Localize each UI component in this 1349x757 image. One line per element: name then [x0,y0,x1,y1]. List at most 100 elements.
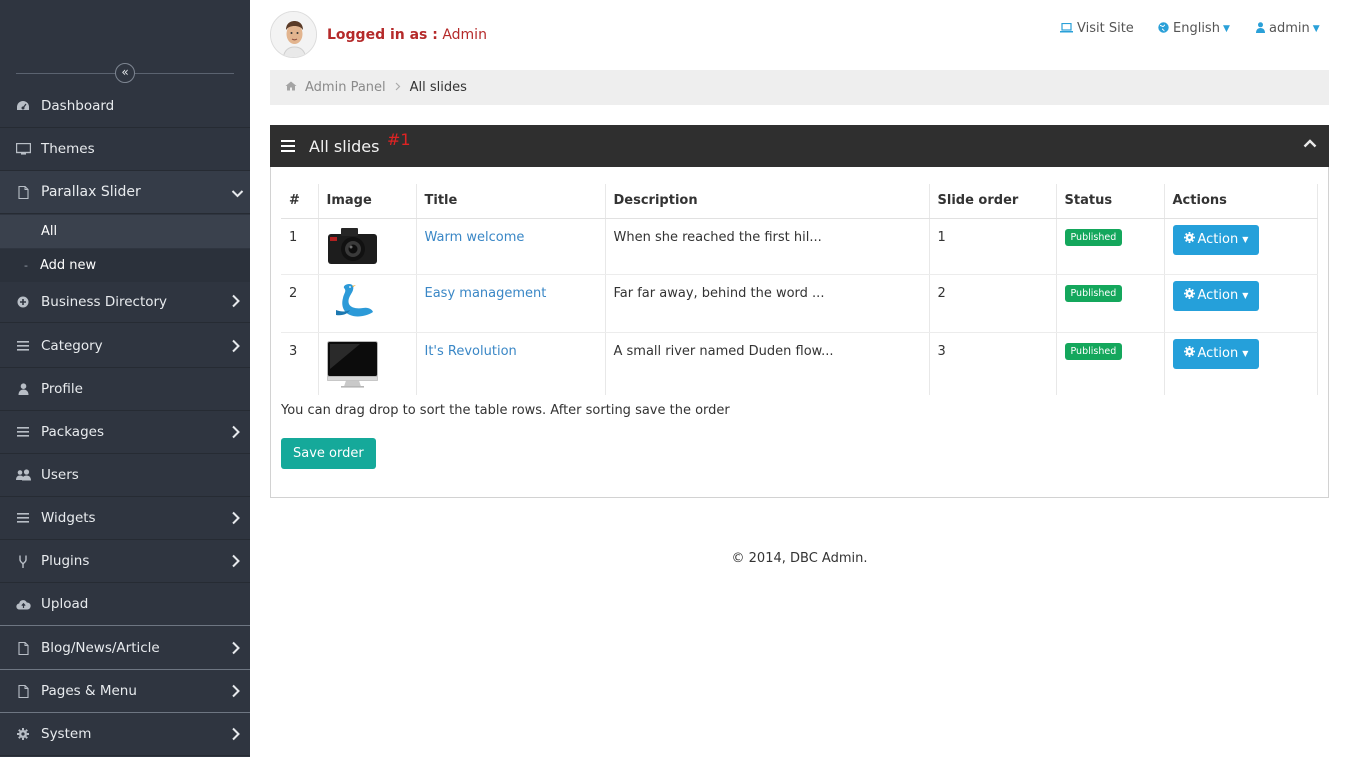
sidebar-item-label: Widgets [41,510,96,526]
sidebar-item-blog-news-article[interactable]: Blog/News/Article [0,627,250,670]
sidebar-item-packages[interactable]: Packages [0,411,250,454]
submenu-dash: - [24,259,28,272]
row-description: When she reached the first hil... [605,218,930,275]
slide-title-link[interactable]: Easy management [425,286,547,301]
column-header[interactable]: Title [416,184,606,219]
user-icon [1256,21,1265,36]
breadcrumb-current: All slides [409,80,467,95]
sidebar-item-label: Upload [41,596,89,612]
row-title-cell: Easy management [416,274,606,333]
laptop-icon [1060,22,1073,36]
caret-down-icon: ▼ [1242,291,1249,300]
file-icon [15,684,31,698]
breadcrumb-root[interactable]: Admin Panel [305,80,386,95]
chevron-right-icon [232,684,240,698]
table-row[interactable]: 1 Warm welcome When she reached the firs… [281,218,1318,275]
sidebar-item-category[interactable]: Category [0,325,250,368]
action-dropdown-button[interactable]: Action ▼ [1172,338,1260,369]
sidebar-item-system[interactable]: System [0,713,250,756]
plug-icon [15,554,31,568]
sidebar-item-label: Packages [41,424,104,440]
row-number: 3 [281,332,319,395]
sidebar-item-themes[interactable]: Themes [0,128,250,171]
sidebar-item-label: System [41,726,92,742]
action-dropdown-button[interactable]: Action ▼ [1172,224,1260,255]
status-badge: Published [1064,284,1123,302]
sidebar-subitem-add-new[interactable]: - Add new [0,249,250,282]
home-icon[interactable] [285,80,297,95]
sidebar-item-users[interactable]: Users [0,454,250,497]
column-header[interactable]: Actions [1164,184,1318,219]
logged-in-status: Logged in as : Admin [327,27,487,43]
slide-title-link[interactable]: Warm welcome [425,230,525,245]
row-description: A small river named Duden flow... [605,332,930,395]
gear-icon [15,727,31,741]
status-badge: Published [1064,228,1123,246]
sidebar-item-pages-menu[interactable]: Pages & Menu [0,670,250,713]
action-label: Action [1197,346,1239,361]
column-header[interactable]: Image [318,184,417,219]
sidebar-item-label: Pages & Menu [41,683,137,699]
sidebar-subitem-label: Add new [39,258,97,273]
sidebar-item-parallax-slider[interactable]: Parallax Slider [0,171,250,214]
sidebar-item-profile[interactable]: Profile [0,368,250,411]
sidebar-item-label: Users [41,467,79,483]
bird-thumbnail [335,283,373,316]
collapse-sidebar-button[interactable]: « [115,63,135,83]
row-actions: Action ▼ [1164,274,1318,333]
sidebar-item-plugins[interactable]: Plugins [0,540,250,583]
chevron-right-icon [232,511,240,525]
chevron-right-icon [232,294,240,308]
sidebar-item-label: Plugins [41,553,90,569]
slides-panel: All slides #1 # Image Title Description … [270,125,1329,498]
user-menu-dropdown[interactable]: admin ▼ [1256,21,1320,36]
table-header-row: # Image Title Description Slide order St… [281,184,1318,219]
sidebar-item-dashboard[interactable]: Dashboard [0,85,250,128]
caret-down-icon: ▼ [1312,23,1320,34]
list-icon [15,511,31,525]
row-status: Published [1056,332,1165,395]
chevron-right-icon [232,554,240,568]
column-header[interactable]: Status [1056,184,1165,219]
avatar[interactable] [270,11,317,58]
row-order: 2 [929,274,1057,333]
row-order: 1 [929,218,1057,275]
column-header[interactable]: Slide order [929,184,1057,219]
chevron-right-icon [232,425,240,439]
action-dropdown-button[interactable]: Action ▼ [1172,280,1260,311]
gear-icon [1183,232,1195,247]
column-header[interactable]: Description [605,184,930,219]
sidebar-item-label: Business Directory [41,294,168,310]
table-row[interactable]: 2 Easy management Far far away, behind t… [281,274,1318,333]
footer-copyright: © 2014, DBC Admin. [731,551,868,566]
table-row[interactable]: 3 It's Revolution A small river named Du… [281,332,1318,395]
camera-thumbnail [327,227,377,264]
cloud-upload-icon [15,597,31,611]
sidebar-item-widgets[interactable]: Widgets [0,497,250,540]
sidebar-item-upload[interactable]: Upload [0,583,250,626]
chevron-up-icon[interactable] [1303,138,1317,148]
monitor-thumbnail [326,340,378,388]
save-order-button[interactable]: Save order [281,438,376,469]
sidebar-item-label: Category [41,338,103,354]
action-label: Action [1197,288,1239,303]
column-header[interactable]: # [281,184,319,219]
language-dropdown[interactable]: English ▼ [1158,21,1230,36]
sidebar-item-label: Parallax Slider [41,184,141,200]
row-title-cell: Warm welcome [416,218,606,275]
breadcrumb: Admin Panel All slides [270,70,1329,105]
chevron-right-icon [232,641,240,655]
visit-site-label: Visit Site [1077,21,1134,36]
row-title-cell: It's Revolution [416,332,606,395]
row-order: 3 [929,332,1057,395]
logged-in-label: Logged in as : [327,27,438,43]
list-icon [15,339,31,353]
chevron-right-icon [232,727,240,741]
sidebar-item-business-directory[interactable]: Business Directory [0,282,250,323]
visit-site-link[interactable]: Visit Site [1060,21,1134,36]
slide-title-link[interactable]: It's Revolution [425,344,517,359]
chevron-right-icon [232,339,240,353]
sidebar-subitem-all[interactable]: All [0,215,250,248]
caret-down-icon: ▼ [1222,23,1230,34]
file-icon [15,641,31,655]
